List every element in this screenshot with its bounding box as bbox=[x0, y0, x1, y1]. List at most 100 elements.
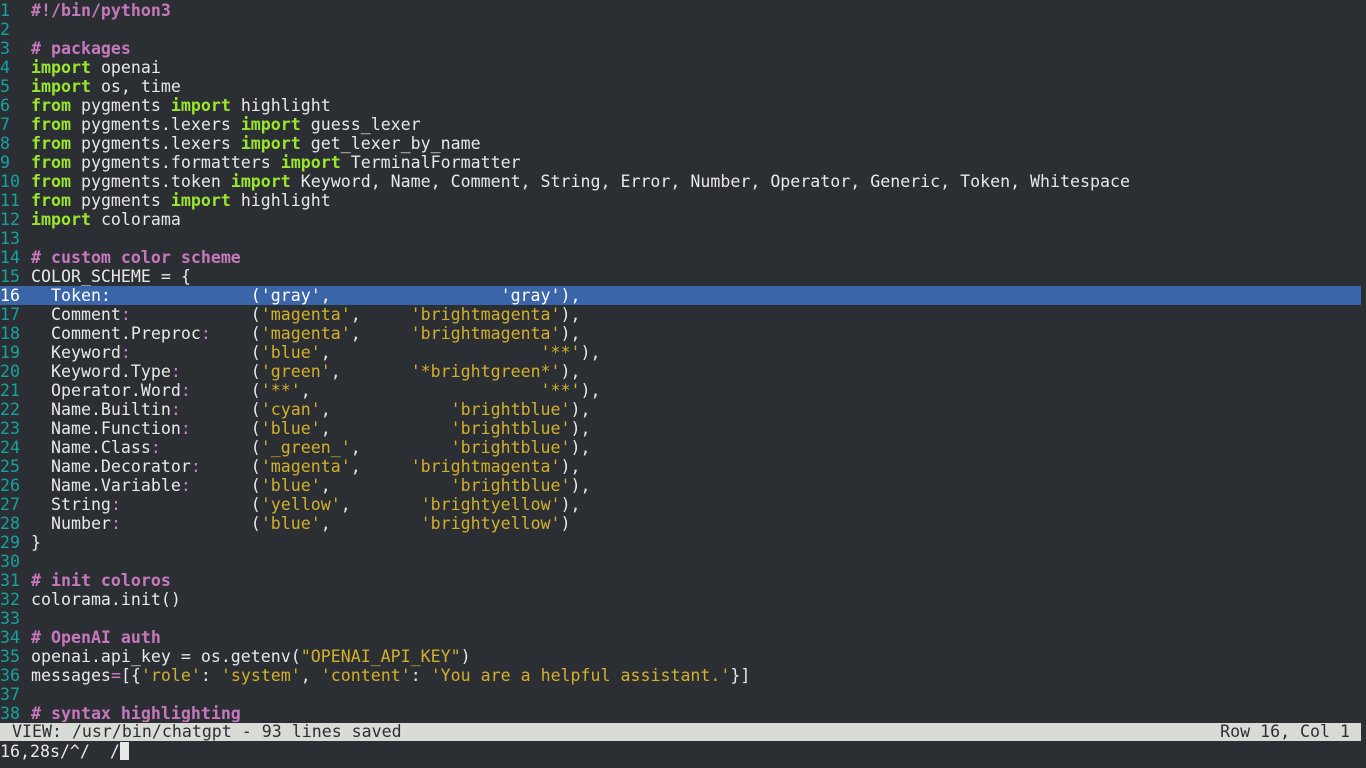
code-token-plain: Keyword, Name, Comment, String, Error, N… bbox=[290, 172, 1130, 191]
line-number: 38 bbox=[0, 704, 20, 722]
code-token-str: 'blue' bbox=[260, 419, 321, 438]
status-bar: VIEW: /usr/bin/chatgpt - 93 lines saved … bbox=[0, 723, 1361, 741]
code-token-plain: pygments.formatters bbox=[70, 153, 281, 172]
code-line[interactable]: 11 from pygments import highlight bbox=[0, 191, 1361, 210]
line-number: 6 bbox=[0, 96, 10, 115]
code-token-plain: COLOR_SCHEME = { bbox=[31, 267, 191, 286]
code-token-plain: colorama bbox=[90, 210, 181, 229]
code-line[interactable]: 3 # packages bbox=[0, 39, 1361, 58]
line-number: 30 bbox=[0, 552, 20, 571]
code-token-str: 'brightyellow' bbox=[420, 514, 561, 533]
code-token-plain: ( bbox=[190, 381, 261, 400]
code-line[interactable]: 27 String: ('yellow', 'brightyellow'), bbox=[0, 495, 1361, 514]
code-token-comment: # OpenAI auth bbox=[31, 628, 161, 647]
code-token-punct: : bbox=[170, 400, 181, 419]
code-line[interactable]: 18 Comment.Preproc: ('magenta', 'brightm… bbox=[0, 324, 1361, 343]
code-token-plain: , bbox=[320, 286, 501, 305]
line-number: 35 bbox=[0, 647, 20, 666]
line-number: 14 bbox=[0, 248, 20, 267]
code-token-str: 'brightblue' bbox=[450, 438, 571, 457]
code-line[interactable]: 32 colorama.init() bbox=[0, 590, 1361, 609]
command-line-text[interactable]: 16,28s/^/ / bbox=[0, 742, 120, 761]
code-token-punct: : bbox=[180, 476, 191, 495]
line-number: 20 bbox=[0, 362, 20, 381]
code-token-plain: ( bbox=[110, 286, 261, 305]
code-line[interactable]: 5 import os, time bbox=[0, 77, 1361, 96]
code-line[interactable]: 10 from pygments.token import Keyword, Na… bbox=[0, 172, 1361, 191]
code-line[interactable]: 23 Name.Function: ('blue', 'brightblue')… bbox=[0, 419, 1361, 438]
code-line[interactable]: 12 import colorama bbox=[0, 210, 1361, 229]
line-number: 31 bbox=[0, 571, 20, 590]
code-token-str: 'brightblue' bbox=[450, 419, 571, 438]
code-token-str: 'brightyellow' bbox=[420, 495, 561, 514]
line-number: 23 bbox=[0, 419, 20, 438]
code-token-str: 'blue' bbox=[260, 343, 321, 362]
code-line[interactable]: 20 Keyword.Type: ('green', '*brightgreen… bbox=[0, 362, 1361, 381]
code-line[interactable]: 14 # custom color scheme bbox=[0, 248, 1361, 267]
code-line[interactable]: 4 import openai bbox=[0, 58, 1361, 77]
line-number: 2 bbox=[0, 20, 10, 39]
code-line[interactable]: 17 Comment: ('magenta', 'brightmagenta')… bbox=[0, 305, 1361, 324]
line-number: 36 bbox=[0, 666, 20, 685]
code-token-str: 'system' bbox=[220, 666, 301, 685]
code-token-plain: ), bbox=[560, 286, 581, 305]
code-line[interactable]: 38 # syntax highlighting bbox=[0, 704, 1361, 722]
code-line[interactable]: 25 Name.Decorator: ('magenta', 'brightma… bbox=[0, 457, 1361, 476]
code-line[interactable]: 30 bbox=[0, 552, 1361, 571]
code-token-plain: Keyword bbox=[31, 343, 121, 362]
code-token-plain: Operator.Word bbox=[31, 381, 181, 400]
code-line[interactable]: 2 bbox=[0, 20, 1361, 39]
code-line[interactable]: 24 Name.Class: ('_green_', 'brightblue')… bbox=[0, 438, 1361, 457]
code-token-str: '**' bbox=[540, 381, 581, 400]
code-line[interactable]: 33 bbox=[0, 609, 1361, 628]
code-token-punct: : bbox=[150, 438, 161, 457]
code-line[interactable]: 26 Name.Variable: ('blue', 'brightblue')… bbox=[0, 476, 1361, 495]
text-cursor bbox=[119, 742, 129, 760]
code-line[interactable]: 21 Operator.Word: ('**', '**'), bbox=[0, 381, 1361, 400]
line-number: 10 bbox=[0, 172, 20, 191]
code-line[interactable]: 7 from pygments.lexers import guess_lexer bbox=[0, 115, 1361, 134]
code-line[interactable]: 31 # init coloros bbox=[0, 571, 1361, 590]
code-token-plain: ), bbox=[570, 419, 591, 438]
line-number: 5 bbox=[0, 77, 10, 96]
code-token-plain: ( bbox=[160, 438, 261, 457]
code-token-punct: : bbox=[200, 324, 211, 343]
code-token-plain: , bbox=[340, 495, 421, 514]
code-token-punct: : bbox=[180, 419, 191, 438]
code-line[interactable]: 6 from pygments import highlight bbox=[0, 96, 1361, 115]
line-number: 32 bbox=[0, 590, 20, 609]
code-editor[interactable]: 1 #!/bin/python3 2 3 # packages 4 import opena… bbox=[0, 0, 1366, 722]
code-line[interactable]: 19 Keyword: ('blue', '**'), bbox=[0, 343, 1361, 362]
code-token-plain: ) bbox=[460, 647, 471, 666]
code-line[interactable]: 29} bbox=[0, 533, 1361, 552]
code-token-plain: ), bbox=[570, 438, 591, 457]
code-line[interactable]: 36 messages=[{'role': 'system', 'content'… bbox=[0, 666, 1361, 685]
code-line[interactable]: 9 from pygments.formatters import Termina… bbox=[0, 153, 1361, 172]
code-token-plain: Number bbox=[31, 514, 111, 533]
line-number: 17 bbox=[0, 305, 20, 324]
code-line[interactable]: 34 # OpenAI auth bbox=[0, 628, 1361, 647]
line-number: 3 bbox=[0, 39, 10, 58]
code-token-str: 'brightblue' bbox=[450, 400, 571, 419]
command-line[interactable]: 16,28s/^/ / bbox=[0, 742, 1366, 762]
code-token-plain: Comment.Preproc bbox=[31, 324, 201, 343]
code-line[interactable]: 13 bbox=[0, 229, 1361, 248]
code-line[interactable]: 35 openai.api_key = os.getenv("OPENAI_API… bbox=[0, 647, 1361, 666]
code-line[interactable]: 22 Name.Builtin: ('cyan', 'brightblue'), bbox=[0, 400, 1361, 419]
code-line-current[interactable]: 16 Token: ('gray', 'gray'), bbox=[0, 286, 1361, 305]
code-line[interactable]: 28 Number: ('blue', 'brightyellow') bbox=[0, 514, 1361, 533]
code-token-comment: # packages bbox=[31, 39, 131, 58]
line-number: 7 bbox=[0, 115, 10, 134]
code-token-kw: import bbox=[31, 58, 91, 77]
code-token-comment: # init coloros bbox=[31, 571, 171, 590]
code-token-kw: import bbox=[230, 172, 291, 191]
code-token-plain: ( bbox=[130, 305, 261, 324]
code-line[interactable]: 8 from pygments.lexers import get_lexer_b… bbox=[0, 134, 1361, 153]
code-token-str: 'magenta' bbox=[260, 324, 351, 343]
code-token-punct: : bbox=[120, 343, 131, 362]
code-line[interactable]: 15 COLOR_SCHEME = { bbox=[0, 267, 1361, 286]
code-token-str: 'brightmagenta' bbox=[410, 324, 561, 343]
code-line[interactable]: 1 #!/bin/python3 bbox=[0, 1, 1361, 20]
code-line[interactable]: 37 bbox=[0, 685, 1361, 704]
code-token-plain: os, time bbox=[90, 77, 181, 96]
